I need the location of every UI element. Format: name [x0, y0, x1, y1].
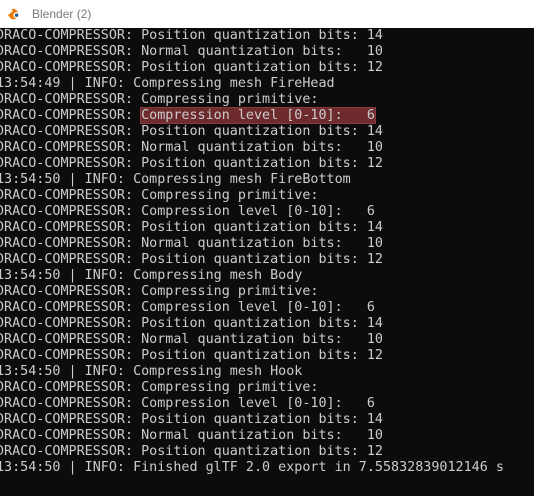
console-line-prefix: 13:54:50 | INFO: — [0, 460, 134, 475]
console-line-text: Position quantization bits: 12 — [141, 252, 383, 267]
console-line-prefix: DRACO-COMPRESSOR: — [0, 236, 142, 251]
console-line-prefix: DRACO-COMPRESSOR: — [0, 140, 142, 155]
console-line-prefix: DRACO-COMPRESSOR: — [0, 156, 142, 171]
console-line-prefix: DRACO-COMPRESSOR: — [0, 28, 142, 43]
console-line: DRACO-COMPRESSOR: Position quantization … — [0, 220, 534, 236]
console-line: DRACO-COMPRESSOR: Position quantization … — [0, 60, 534, 76]
console-line-prefix: 13:54:50 | INFO: — [0, 364, 134, 379]
console-line-prefix: DRACO-COMPRESSOR: — [0, 428, 142, 443]
console-line-prefix: DRACO-COMPRESSOR: — [0, 348, 142, 363]
console-line-text: Compressing primitive: — [141, 380, 319, 395]
console-line-text: Normal quantization bits: 10 — [141, 44, 383, 59]
console-line-text: Compressing mesh FireBottom — [133, 172, 351, 187]
console-line-prefix: DRACO-COMPRESSOR: — [0, 220, 142, 235]
console-line-text: Normal quantization bits: 10 — [141, 236, 383, 251]
console-line-prefix: DRACO-COMPRESSOR: — [0, 188, 142, 203]
console-line-prefix: DRACO-COMPRESSOR: — [0, 396, 142, 411]
console-line-prefix: DRACO-COMPRESSOR: — [0, 204, 142, 219]
console-output[interactable]: DRACO-COMPRESSOR: Position quantization … — [0, 28, 534, 496]
console-line-prefix: DRACO-COMPRESSOR: — [0, 44, 142, 59]
console-line-prefix: DRACO-COMPRESSOR: — [0, 284, 142, 299]
console-line: 13:54:50 | INFO: Compressing mesh Hook — [0, 364, 534, 380]
console-line-text: Compression level [0-10]: 6 — [141, 300, 375, 315]
console-line-prefix: 13:54:50 | INFO: — [0, 172, 134, 187]
console-line: DRACO-COMPRESSOR: Compression level [0-1… — [0, 204, 534, 220]
blender-icon — [8, 8, 20, 20]
console-line-prefix: DRACO-COMPRESSOR: — [0, 252, 142, 267]
console-line: DRACO-COMPRESSOR: Compressing primitive: — [0, 284, 534, 300]
console-line: DRACO-COMPRESSOR: Compression level [0-1… — [0, 108, 534, 124]
console-line-text: Position quantization bits: 12 — [141, 156, 383, 171]
console-line-text: Compressing mesh Hook — [133, 364, 303, 379]
console-line-prefix: DRACO-COMPRESSOR: — [0, 108, 142, 123]
window-title: Blender (2) — [32, 7, 92, 21]
console-line-text: Compressing mesh Body — [133, 268, 303, 283]
console-line-text: Normal quantization bits: 10 — [141, 140, 383, 155]
console-line: DRACO-COMPRESSOR: Normal quantization bi… — [0, 44, 534, 60]
console-line-prefix: DRACO-COMPRESSOR: — [0, 412, 142, 427]
console-line-prefix: DRACO-COMPRESSOR: — [0, 124, 142, 139]
selected-text: Compression level [0-10]: 6 — [141, 108, 375, 123]
console-line: DRACO-COMPRESSOR: Position quantization … — [0, 124, 534, 140]
console-line-text: Compressing primitive: — [141, 188, 319, 203]
console-line: DRACO-COMPRESSOR: Compression level [0-1… — [0, 300, 534, 316]
console-line-prefix: DRACO-COMPRESSOR: — [0, 316, 142, 331]
console-line: DRACO-COMPRESSOR: Position quantization … — [0, 316, 534, 332]
console-line: 13:54:50 | INFO: Compressing mesh FireBo… — [0, 172, 534, 188]
title-bar[interactable]: Blender (2) — [0, 0, 534, 28]
console-line: DRACO-COMPRESSOR: Compressing primitive: — [0, 380, 534, 396]
console-line-text: Position quantization bits: 14 — [141, 124, 383, 139]
console-line: DRACO-COMPRESSOR: Position quantization … — [0, 348, 534, 364]
console-line: DRACO-COMPRESSOR: Normal quantization bi… — [0, 140, 534, 156]
console-line: 13:54:49 | INFO: Compressing mesh FireHe… — [0, 76, 534, 92]
console-line-text: Position quantization bits: 12 — [141, 348, 383, 363]
console-line-text: Compression level [0-10]: 6 — [141, 396, 375, 411]
console-line-text: Position quantization bits: 12 — [141, 444, 383, 459]
console-line-text: Position quantization bits: 14 — [141, 316, 383, 331]
console-line-text: Compression level [0-10]: 6 — [141, 204, 375, 219]
console-line-text: Normal quantization bits: 10 — [141, 428, 383, 443]
console-line: DRACO-COMPRESSOR: Position quantization … — [0, 28, 534, 44]
console-line: 13:54:50 | INFO: Finished glTF 2.0 expor… — [0, 460, 534, 476]
console-line-prefix: 13:54:50 | INFO: — [0, 268, 134, 283]
console-line: DRACO-COMPRESSOR: Position quantization … — [0, 412, 534, 428]
console-line: DRACO-COMPRESSOR: Compressing primitive: — [0, 188, 534, 204]
console-line: DRACO-COMPRESSOR: Position quantization … — [0, 444, 534, 460]
console-line-text: Position quantization bits: 12 — [141, 60, 383, 75]
console-line: DRACO-COMPRESSOR: Compression level [0-1… — [0, 396, 534, 412]
console-line: 13:54:50 | INFO: Compressing mesh Body — [0, 268, 534, 284]
console-line-text: Compressing primitive: — [141, 284, 319, 299]
console-line-prefix: DRACO-COMPRESSOR: — [0, 300, 142, 315]
console-line-prefix: DRACO-COMPRESSOR: — [0, 444, 142, 459]
console-line-text: Finished glTF 2.0 export in 7.5583283901… — [133, 460, 504, 475]
console-line-prefix: DRACO-COMPRESSOR: — [0, 92, 142, 107]
console-line: DRACO-COMPRESSOR: Compressing primitive: — [0, 92, 534, 108]
console-line: DRACO-COMPRESSOR: Position quantization … — [0, 156, 534, 172]
console-line-text: Position quantization bits: 14 — [141, 28, 383, 43]
console-line-prefix: 13:54:49 | INFO: — [0, 76, 134, 91]
console-line: DRACO-COMPRESSOR: Position quantization … — [0, 252, 534, 268]
console-line: DRACO-COMPRESSOR: Normal quantization bi… — [0, 428, 534, 444]
console-line-text: Position quantization bits: 14 — [141, 412, 383, 427]
console-line-prefix: DRACO-COMPRESSOR: — [0, 60, 142, 75]
console-line: DRACO-COMPRESSOR: Normal quantization bi… — [0, 236, 534, 252]
console-line: DRACO-COMPRESSOR: Normal quantization bi… — [0, 332, 534, 348]
console-line-text: Compressing primitive: — [141, 92, 319, 107]
console-line-text: Position quantization bits: 14 — [141, 220, 383, 235]
console-line-prefix: DRACO-COMPRESSOR: — [0, 332, 142, 347]
console-line-text: Compressing mesh FireHead — [133, 76, 335, 91]
blender-console-window: Blender (2) DRACO-COMPRESSOR: Position q… — [0, 0, 534, 496]
console-line-text: Normal quantization bits: 10 — [141, 332, 383, 347]
console-line-prefix: DRACO-COMPRESSOR: — [0, 380, 142, 395]
